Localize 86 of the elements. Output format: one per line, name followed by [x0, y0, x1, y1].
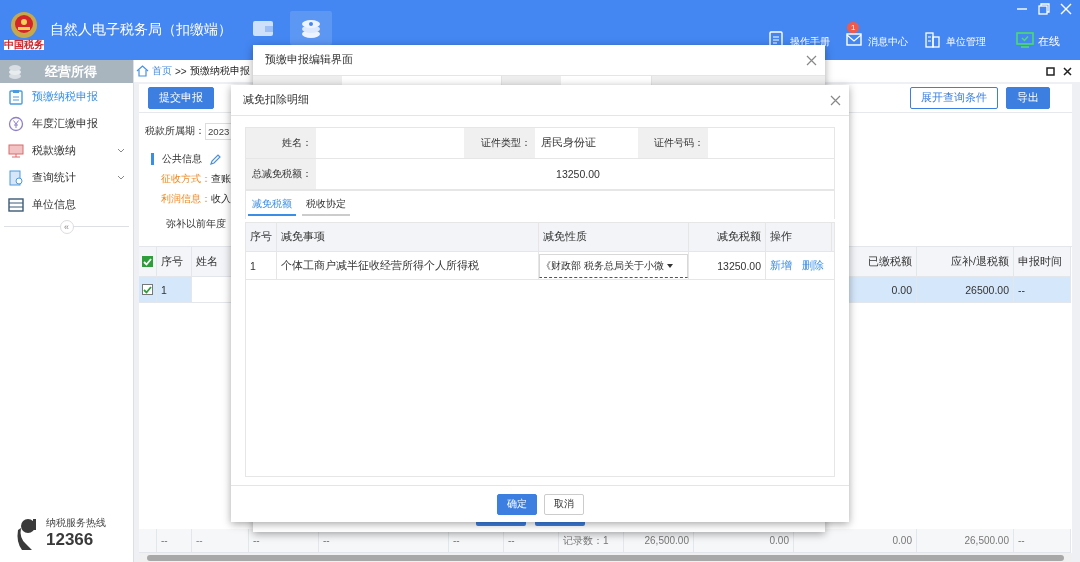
checkbox[interactable]: [142, 284, 153, 295]
dropdown[interactable]: 《财政部 税务总局关于小微: [539, 253, 688, 278]
table-cell: 1: [246, 252, 277, 279]
home-icon: [136, 65, 149, 77]
table-cell[interactable]: --: [192, 529, 249, 553]
header-link[interactable]: 在线: [1016, 21, 1060, 49]
column-header: 减免性质: [539, 223, 689, 251]
table-cell: 0.00: [794, 529, 917, 553]
logo-caption: 中国税务: [4, 40, 44, 50]
monitor-icon: [8, 142, 24, 159]
expand-filter-button[interactable]: 展开查询条件: [910, 87, 998, 109]
field-label: 姓名：: [246, 128, 316, 159]
breadcrumb-current: 预缴纳税申报: [189, 64, 250, 78]
field-label: 证件类型：: [464, 128, 535, 159]
column-header: 减免税额: [689, 223, 766, 251]
maximize-icon[interactable]: [1046, 66, 1055, 76]
column-header: 申报时间: [1014, 247, 1071, 277]
table-cell: --: [157, 529, 192, 553]
cancel-button[interactable]: 取消: [543, 493, 584, 515]
header-link[interactable]: 1 消息中心: [846, 21, 908, 49]
breadcrumb-separator: >>: [175, 65, 187, 77]
column-header: 操作: [766, 223, 832, 251]
dialog-title: 减免扣除明细: [243, 93, 309, 107]
field-label: 总减免税额：: [246, 159, 316, 190]
search-document-icon: [8, 169, 24, 186]
info-value: 查账: [211, 173, 231, 184]
yen-coin-icon: [8, 115, 24, 132]
info-value: 收入: [211, 193, 231, 204]
monitor-icon: [1016, 30, 1034, 49]
info-text: 弥补以前年度: [166, 218, 227, 231]
section-title: 公共信息: [162, 152, 202, 166]
field-value: 13250.00: [316, 159, 834, 190]
export-button[interactable]: 导出: [1006, 87, 1050, 109]
table-cell: --: [1014, 277, 1071, 303]
chevron-down-icon: [117, 174, 125, 181]
check-icon: [143, 257, 152, 266]
info-label: 利润信息：: [161, 193, 211, 204]
field-label: 证件号码：: [638, 128, 708, 159]
table-cell: 26500.00: [917, 277, 1014, 303]
column-header: 序号: [157, 247, 192, 277]
table-cell: 13250.00: [689, 252, 766, 279]
field-label: 税款所属期：: [145, 125, 205, 138]
restore-icon[interactable]: [1038, 3, 1050, 15]
table-cell: --: [1014, 529, 1071, 553]
collapse-button[interactable]: «: [59, 220, 74, 234]
app-title: 自然人电子税务局（扣缴端）: [50, 21, 233, 39]
notification-badge: 1: [847, 21, 860, 33]
info-label: 征收方式：: [161, 173, 211, 184]
table-cell: 26,500.00: [917, 529, 1014, 553]
sidebar-item[interactable]: 单位信息: [0, 191, 133, 218]
sidebar-title: 经营所得: [45, 62, 97, 81]
section-marker: [151, 153, 154, 165]
sidebar-item[interactable]: 预缴纳税申报: [0, 83, 133, 110]
tab[interactable]: 减免税额: [248, 195, 296, 216]
chevron-down-icon: [117, 147, 125, 154]
check-icon: [143, 285, 152, 294]
action-link[interactable]: 删除: [802, 258, 824, 273]
mail-icon: [846, 30, 864, 49]
dialog-title: 预缴申报编辑界面: [265, 53, 353, 67]
emblem-icon: [9, 10, 39, 40]
sidebar-item[interactable]: 年度汇缴申报: [0, 110, 133, 137]
table-cell: [139, 529, 157, 553]
tab[interactable]: 税收协定: [302, 195, 350, 216]
hotline-number: 12366: [46, 530, 95, 550]
sidebar-item[interactable]: 税款缴纳: [0, 137, 133, 164]
submit-button[interactable]: 提交申报: [148, 87, 214, 109]
list-icon: [8, 196, 24, 213]
checkbox[interactable]: [142, 256, 153, 267]
dropdown-caret-icon: [666, 263, 673, 268]
table-cell: 1: [157, 277, 192, 303]
sidebar-item[interactable]: 查询统计: [0, 164, 133, 191]
action-link[interactable]: 新增: [770, 258, 792, 273]
header-link[interactable]: 单位管理: [924, 21, 986, 49]
building-icon: [924, 30, 942, 49]
column-header: 序号: [246, 223, 277, 251]
column-header: 应补/退税额: [917, 247, 1014, 277]
nav-item[interactable]: [290, 11, 332, 45]
coins-icon: [299, 17, 323, 39]
confirm-button[interactable]: 确定: [496, 493, 537, 515]
coins-icon: [7, 63, 23, 80]
column-header: 减免事项: [277, 223, 539, 251]
hotline-label: 纳税服务热线: [46, 516, 106, 530]
clipboard-icon: [8, 88, 24, 105]
breadcrumb-link[interactable]: 首页: [152, 64, 172, 78]
pencil-icon[interactable]: [210, 153, 221, 165]
close-icon[interactable]: [1063, 66, 1072, 76]
